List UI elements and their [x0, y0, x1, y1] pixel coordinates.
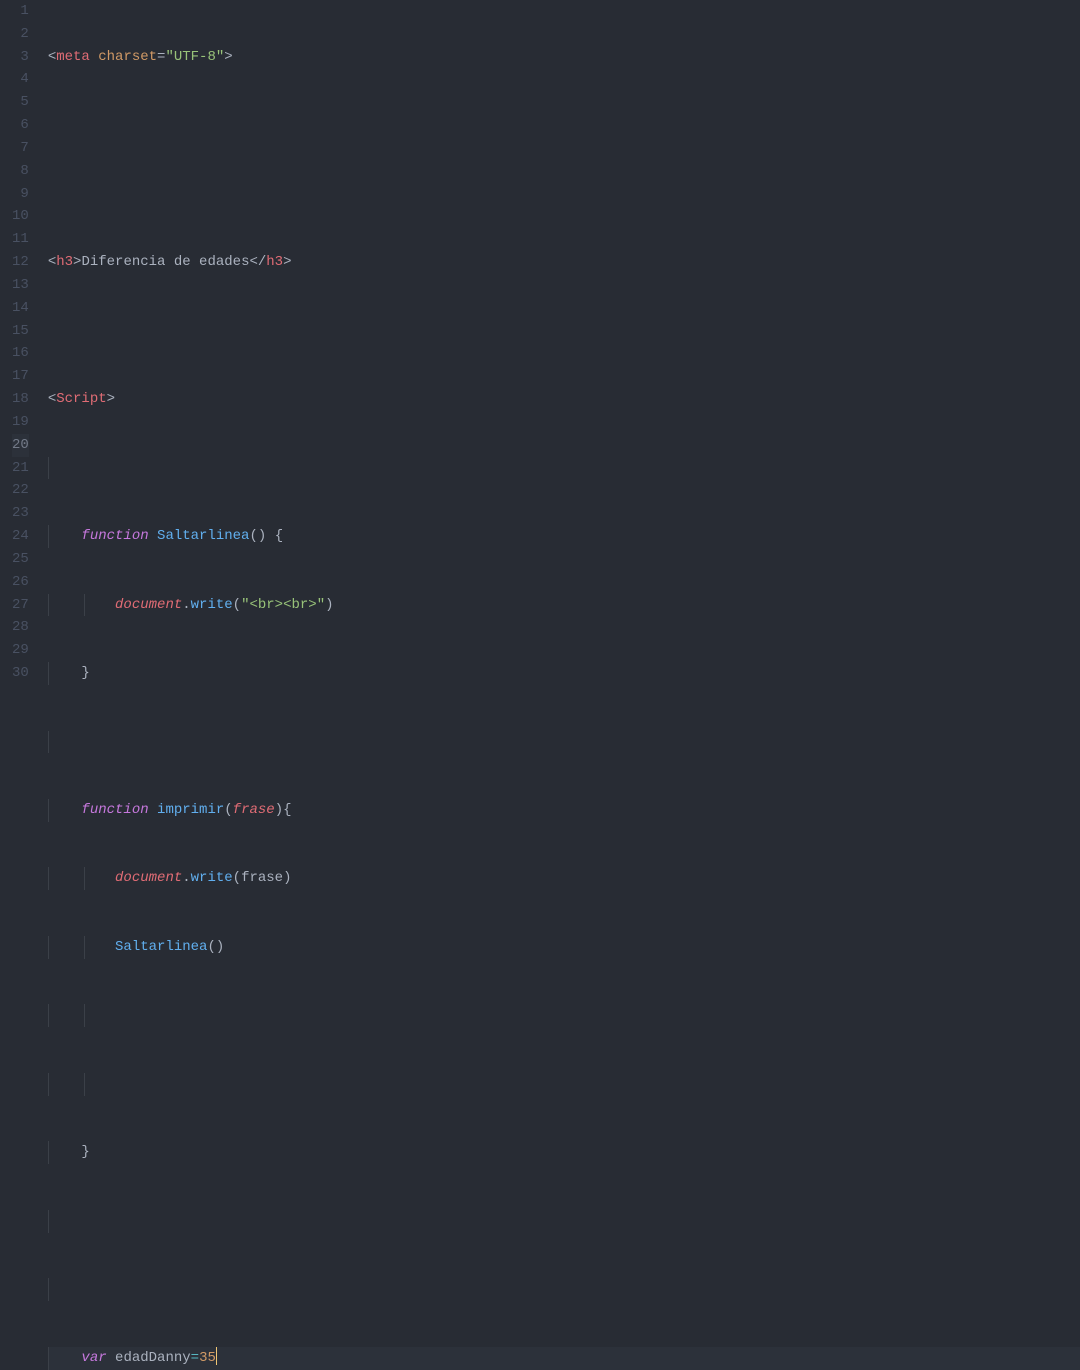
line-number: 3	[12, 46, 29, 69]
line-number: 9	[12, 183, 29, 206]
line-number: 14	[12, 297, 29, 320]
line-number: 20	[12, 434, 29, 457]
line-number: 6	[12, 114, 29, 137]
code-line[interactable]: function Saltarlinea() {	[48, 525, 1080, 548]
line-number: 30	[12, 662, 29, 685]
line-number: 7	[12, 137, 29, 160]
line-number: 27	[12, 594, 29, 617]
line-number: 23	[12, 502, 29, 525]
line-number: 19	[12, 411, 29, 434]
line-number: 2	[12, 23, 29, 46]
line-number: 18	[12, 388, 29, 411]
line-number: 25	[12, 548, 29, 571]
text-cursor	[216, 1347, 217, 1365]
line-number: 28	[12, 616, 29, 639]
line-number: 21	[12, 457, 29, 480]
code-line[interactable]: function imprimir(frase){	[48, 799, 1080, 822]
code-line[interactable]: }	[48, 662, 1080, 685]
line-number-gutter: 1234567891011121314151617181920212223242…	[0, 0, 37, 685]
code-line[interactable]: Saltarlinea()	[48, 936, 1080, 959]
code-line[interactable]	[48, 1210, 1080, 1233]
code-line[interactable]: document.write("<br><br>")	[48, 594, 1080, 617]
line-number: 12	[12, 251, 29, 274]
code-line[interactable]	[48, 183, 1080, 206]
line-number: 10	[12, 205, 29, 228]
code-line[interactable]: <meta charset="UTF-8">	[48, 46, 1080, 69]
line-number: 17	[12, 365, 29, 388]
code-line[interactable]	[48, 320, 1080, 343]
code-line[interactable]: }	[48, 1141, 1080, 1164]
line-number: 13	[12, 274, 29, 297]
code-area[interactable]: <meta charset="UTF-8"> <h3>Diferencia de…	[37, 0, 1080, 685]
line-number: 26	[12, 571, 29, 594]
line-number: 4	[12, 68, 29, 91]
code-line[interactable]	[48, 1073, 1080, 1096]
line-number: 11	[12, 228, 29, 251]
code-line[interactable]: document.write(frase)	[48, 867, 1080, 890]
line-number: 16	[12, 342, 29, 365]
code-line[interactable]	[48, 1004, 1080, 1027]
line-number: 1	[12, 0, 29, 23]
line-number: 29	[12, 639, 29, 662]
code-editor[interactable]: 1234567891011121314151617181920212223242…	[0, 0, 1080, 685]
line-number: 24	[12, 525, 29, 548]
code-line[interactable]: <h3>Diferencia de edades</h3>	[48, 251, 1080, 274]
code-line[interactable]: <Script>	[48, 388, 1080, 411]
code-line-active[interactable]: var edadDanny=35	[48, 1347, 1080, 1370]
code-line[interactable]	[48, 731, 1080, 754]
line-number: 8	[12, 160, 29, 183]
line-number: 22	[12, 479, 29, 502]
code-line[interactable]	[48, 114, 1080, 137]
line-number: 15	[12, 320, 29, 343]
line-number: 5	[12, 91, 29, 114]
code-line[interactable]	[48, 1278, 1080, 1301]
code-line[interactable]	[48, 457, 1080, 480]
